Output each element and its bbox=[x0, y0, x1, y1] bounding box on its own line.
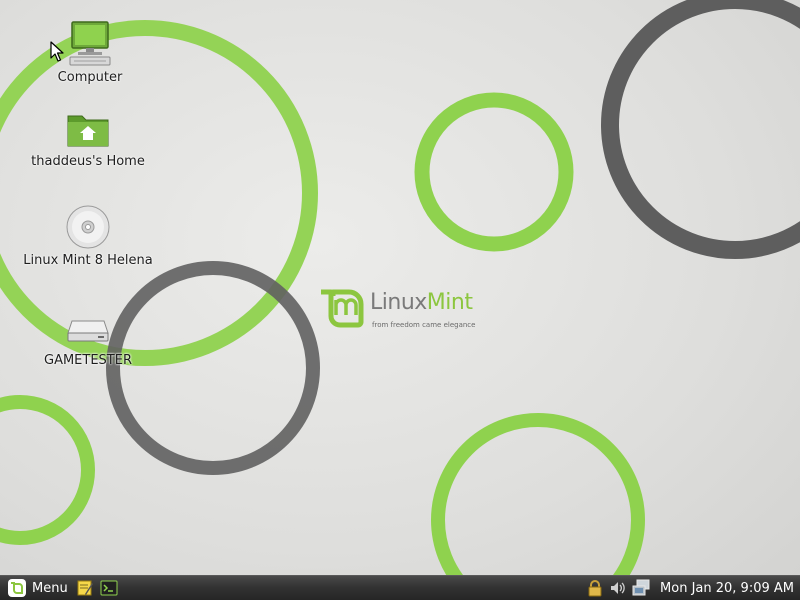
desktop-icon-label: thaddeus's Home bbox=[31, 154, 145, 169]
linux-mint-logo: LinuxMint from freedom came elegance bbox=[318, 288, 478, 338]
network-icon[interactable] bbox=[632, 579, 650, 597]
desktop-icon-computer[interactable]: Computer bbox=[20, 20, 160, 85]
logo-wordmark: LinuxMint bbox=[370, 290, 473, 315]
wallpaper-ring bbox=[106, 261, 320, 475]
optical-disc-icon bbox=[66, 205, 110, 249]
system-tray: Mon Jan 20, 9:09 AM bbox=[581, 577, 794, 599]
logo-wordmark-mint: Mint bbox=[426, 290, 473, 315]
desktop-icon-label: GAMETESTER bbox=[44, 353, 132, 368]
logo-wordmark-linux: Linux bbox=[370, 290, 427, 315]
desktop-icon-disc[interactable]: Linux Mint 8 Helena bbox=[18, 203, 158, 268]
logo-tagline: from freedom came elegance bbox=[372, 321, 476, 329]
home-folder-icon bbox=[67, 115, 109, 147]
bottom-panel: Menu Mon Jan 20, 9:09 AM bbox=[0, 575, 800, 600]
text-editor-icon[interactable] bbox=[76, 579, 94, 597]
menu-label: Menu bbox=[32, 580, 68, 596]
computer-icon bbox=[69, 21, 111, 66]
wallpaper-ring bbox=[601, 0, 800, 259]
mint-menu-icon bbox=[8, 579, 26, 597]
lock-icon[interactable] bbox=[586, 579, 604, 597]
wallpaper-ring bbox=[0, 395, 95, 545]
mint-leaf-logo-icon bbox=[321, 289, 364, 328]
terminal-icon[interactable] bbox=[100, 579, 118, 597]
desktop-icon-label: Linux Mint 8 Helena bbox=[23, 253, 153, 268]
drive-icon bbox=[67, 320, 109, 342]
menu-button[interactable]: Menu bbox=[3, 577, 72, 599]
wallpaper-ring bbox=[414, 92, 574, 252]
mouse-pointer-icon bbox=[50, 41, 64, 62]
desktop-icon-label: Computer bbox=[57, 70, 123, 85]
desktop-icon-drive[interactable]: GAMETESTER bbox=[18, 303, 158, 368]
wallpaper-ring bbox=[431, 413, 645, 575]
desktop-icon-home[interactable]: thaddeus's Home bbox=[18, 104, 158, 169]
clock[interactable]: Mon Jan 20, 9:09 AM bbox=[660, 581, 794, 596]
volume-icon[interactable] bbox=[609, 579, 627, 597]
